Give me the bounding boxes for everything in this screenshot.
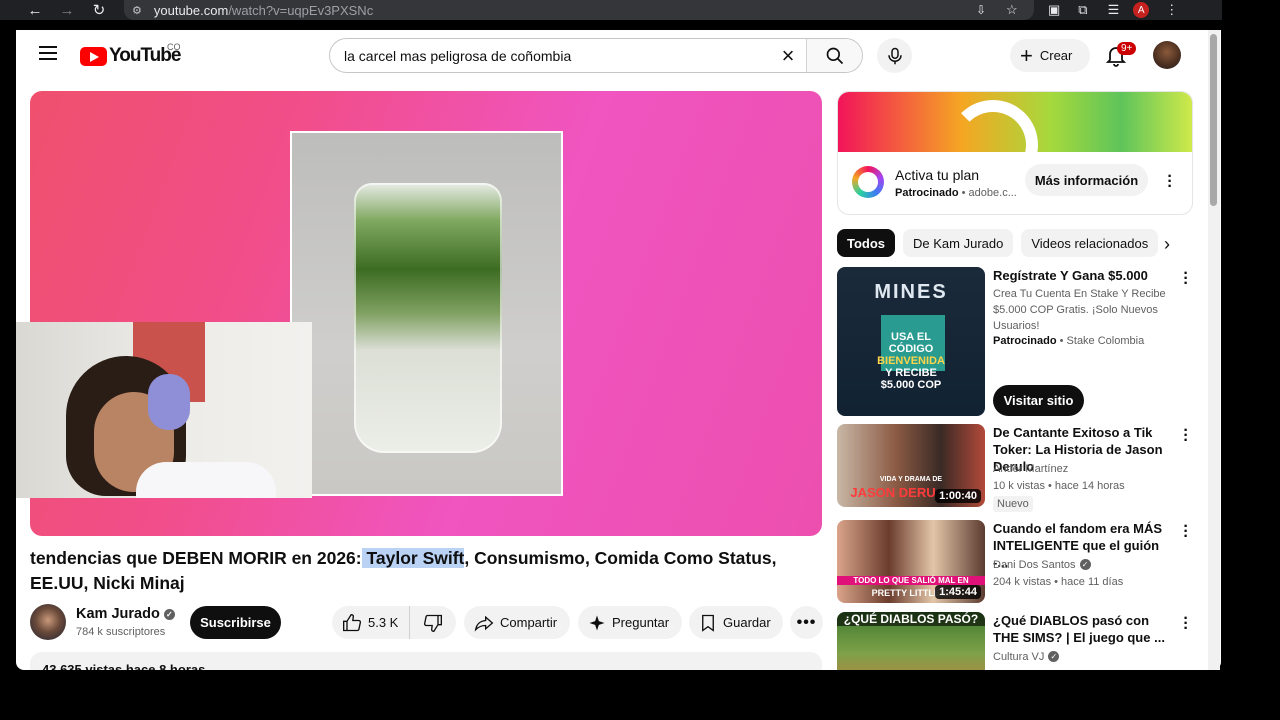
verified-icon: ✓ bbox=[163, 609, 175, 620]
reload-icon[interactable]: ↻ bbox=[86, 1, 112, 19]
ad-title: Activa tu plan bbox=[895, 167, 980, 183]
url-host: youtube.com bbox=[153, 2, 229, 18]
browser-menu-icon[interactable]: ⋮ bbox=[1165, 2, 1178, 18]
video-thumbnail: TODO LO QUE SALIÓ MAL EN PRETTY LITTLE L… bbox=[837, 520, 985, 603]
video-thumbnail: VIDA Y DRAMA DE JASON DERU 1:00:40 bbox=[837, 424, 985, 507]
like-button[interactable]: 5.3 K bbox=[332, 606, 410, 639]
share-button[interactable]: Compartir bbox=[464, 606, 570, 639]
ask-ai-button[interactable]: Preguntar bbox=[578, 606, 682, 639]
matcha-photo bbox=[290, 131, 563, 496]
create-button[interactable]: + Crear bbox=[1010, 39, 1090, 72]
voice-search-button[interactable] bbox=[877, 38, 912, 73]
filter-chips: Todos De Kam Jurado Videos relacionados bbox=[837, 229, 1166, 257]
selected-text: Taylor Swift bbox=[361, 548, 465, 568]
rec-options-icon[interactable]: · · · bbox=[1181, 611, 1191, 637]
thumbs-up-icon bbox=[343, 613, 362, 631]
ad-options-icon[interactable]: · · · bbox=[1165, 169, 1175, 195]
rec-meta: 10 k vistas • hace 14 horas bbox=[993, 480, 1125, 492]
ad-meta: Patrocinado • adobe.c... bbox=[895, 187, 1017, 199]
new-badge: Nuevo bbox=[993, 496, 1033, 512]
search-input[interactable] bbox=[330, 47, 770, 64]
video-thumbnail: ¿QUÉ DIABLOS PASÓ? bbox=[837, 612, 985, 670]
rec-description: Crea Tu Cuenta En Stake Y Recibe $5.000 … bbox=[993, 288, 1166, 332]
description-box[interactable]: 43.635 vistas hace 8 horas bbox=[30, 652, 822, 670]
rec-options-icon[interactable]: · · · bbox=[1181, 423, 1191, 449]
views-and-date: 43.635 vistas hace 8 horas bbox=[42, 662, 206, 670]
like-count: 5.3 K bbox=[368, 615, 399, 630]
youtube-logo[interactable]: YouTube bbox=[80, 45, 181, 67]
youtube-page: YouTube CO × + Crear 9+ tendencias que D… bbox=[16, 30, 1221, 670]
chip-related[interactable]: Videos relacionados bbox=[1021, 229, 1159, 257]
save-button[interactable]: Guardar bbox=[689, 606, 783, 639]
search-icon bbox=[826, 47, 843, 64]
youtube-play-icon bbox=[80, 46, 107, 66]
url-path: /watch?v=uqpEv3PXSNc bbox=[228, 2, 374, 18]
verified-icon: ✓ bbox=[1048, 651, 1060, 662]
install-icon[interactable]: ⇩ bbox=[976, 3, 986, 17]
headphones bbox=[148, 374, 190, 430]
subscriber-count: 784 k suscriptores bbox=[76, 626, 166, 638]
rec-sponsor-line: Patrocinado • Stake Colombia bbox=[993, 335, 1145, 347]
dislike-button[interactable] bbox=[410, 613, 456, 633]
back-icon[interactable]: ← bbox=[22, 2, 48, 19]
search-bar: × bbox=[329, 38, 863, 73]
rec-channel: Ander Martínez bbox=[993, 463, 1069, 475]
like-dislike-group: 5.3 K bbox=[332, 606, 456, 639]
recommendation-sponsored[interactable]: MINES USA EL CÓDIGO BIENVENIDA Y RECIBE … bbox=[837, 266, 1193, 417]
reading-list-icon[interactable]: ☰ bbox=[1108, 2, 1120, 18]
chip-from-channel[interactable]: De Kam Jurado bbox=[903, 229, 1014, 257]
search-button[interactable] bbox=[806, 39, 862, 72]
extensions-icon[interactable]: ⧉ bbox=[1078, 2, 1087, 18]
verified-icon: ✓ bbox=[1079, 559, 1091, 570]
thumbs-down-icon bbox=[423, 614, 442, 632]
more-info-button[interactable]: Más información bbox=[1025, 164, 1148, 196]
webcam-overlay bbox=[16, 322, 312, 498]
user-avatar[interactable] bbox=[1153, 41, 1181, 69]
country-code: CO bbox=[167, 42, 181, 52]
adobe-cloud-logo-icon bbox=[852, 166, 884, 198]
translate-extension-icon[interactable]: ▣ bbox=[1048, 2, 1060, 18]
rec-channel: Cultura VJ ✓ bbox=[993, 651, 1060, 663]
recommendation-video[interactable]: ¿QUÉ DIABLOS PASÓ? ¿Qué DIABLOS pasó con… bbox=[837, 611, 1193, 670]
profile-avatar[interactable]: A bbox=[1133, 2, 1150, 18]
bookmark-star-icon[interactable]: ☆ bbox=[1006, 2, 1018, 18]
site-info-icon[interactable]: ⚙ bbox=[132, 4, 142, 17]
microphone-icon bbox=[887, 47, 902, 64]
address-bar[interactable]: ⚙ youtube.com/watch?v=uqpEv3PXSNc ⇩ ☆ bbox=[124, 0, 1034, 20]
rec-options-icon[interactable]: · · · bbox=[1181, 519, 1191, 545]
chevron-right-icon[interactable]: › bbox=[1164, 234, 1170, 255]
scrollbar-thumb[interactable] bbox=[1210, 34, 1217, 206]
duration-badge: 1:45:44 bbox=[935, 585, 981, 599]
rec-title: Regístrate Y Gana $5.000 bbox=[993, 268, 1148, 283]
bookmark-icon bbox=[702, 614, 714, 632]
channel-name[interactable]: Kam Jurado ✓ bbox=[76, 606, 175, 622]
subscribe-button[interactable]: Suscribirse bbox=[190, 606, 281, 639]
sponsored-ad-card[interactable]: Activa tu plan Patrocinado • adobe.c... … bbox=[837, 91, 1193, 215]
channel-avatar[interactable] bbox=[30, 604, 66, 640]
browser-toolbar: ← → ↻ ⚙ youtube.com/watch?v=uqpEv3PXSNc … bbox=[0, 0, 1222, 20]
stake-thumbnail: MINES USA EL CÓDIGO BIENVENIDA Y RECIBE … bbox=[837, 267, 985, 416]
recommendation-video[interactable]: VIDA Y DRAMA DE JASON DERU 1:00:40 De Ca… bbox=[837, 423, 1193, 512]
notification-count-badge: 9+ bbox=[1117, 42, 1137, 55]
create-label: Crear bbox=[1039, 48, 1073, 63]
hamburger-menu-icon[interactable] bbox=[39, 46, 57, 60]
rec-channel: Dani Dos Santos ✓ bbox=[993, 559, 1091, 571]
page-scrollbar[interactable] bbox=[1208, 30, 1220, 670]
video-title: tendencias que DEBEN MORIR en 2026: Tayl… bbox=[30, 548, 777, 593]
rec-meta: 204 k vistas • hace 11 días bbox=[993, 576, 1124, 588]
sparkle-icon bbox=[589, 615, 605, 630]
chip-all[interactable]: Todos bbox=[837, 229, 896, 257]
visit-site-button[interactable]: Visitar sitio bbox=[993, 385, 1084, 416]
clear-search-icon[interactable]: × bbox=[770, 43, 806, 69]
rec-options-icon[interactable]: · · · bbox=[1181, 266, 1191, 292]
more-actions-button[interactable]: ••• bbox=[790, 606, 823, 639]
plus-icon: + bbox=[1020, 42, 1033, 68]
rec-title: ¿Qué DIABLOS pasó con THE SIMS? | El jue… bbox=[993, 613, 1165, 645]
forward-icon[interactable]: → bbox=[54, 2, 80, 19]
iced-matcha-glass bbox=[354, 183, 502, 453]
recommendation-video[interactable]: TODO LO QUE SALIÓ MAL EN PRETTY LITTLE L… bbox=[837, 519, 1193, 608]
share-arrow-icon bbox=[474, 615, 494, 632]
ad-banner-image bbox=[838, 92, 1192, 190]
duration-badge: 1:00:40 bbox=[935, 489, 981, 503]
